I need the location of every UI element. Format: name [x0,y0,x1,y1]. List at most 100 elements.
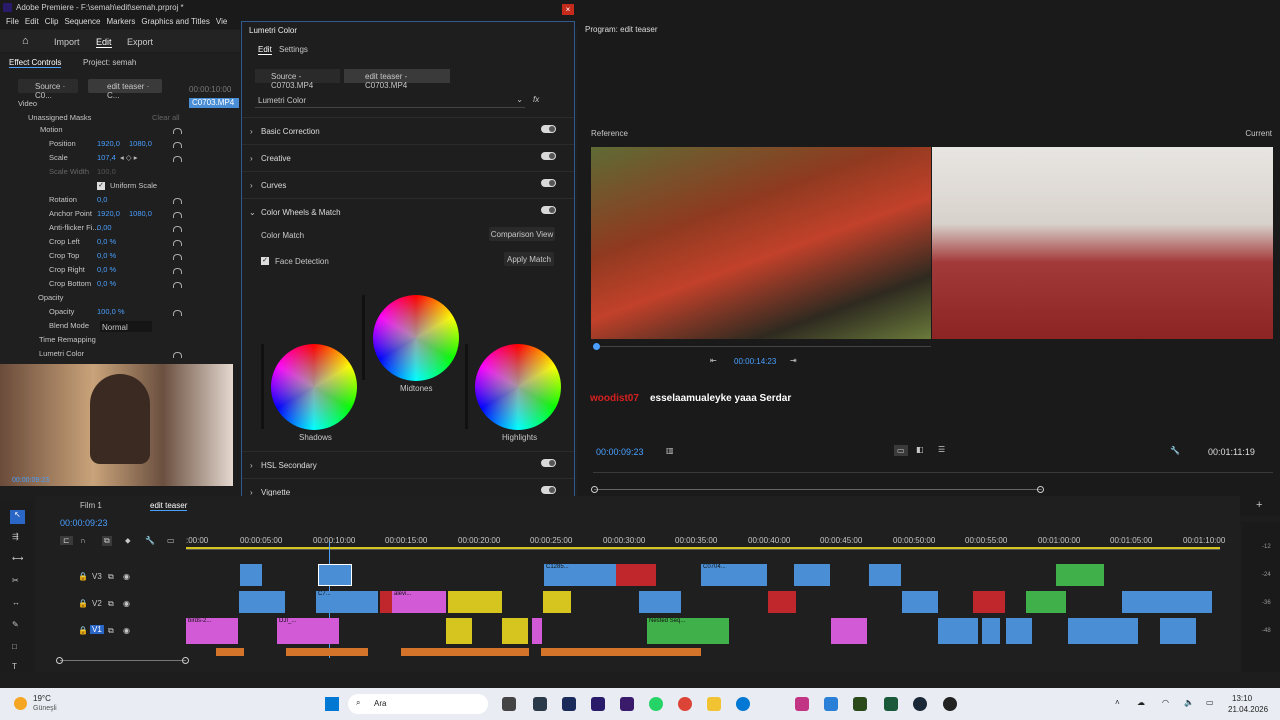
track-label-v1[interactable]: V1 [90,625,104,634]
timeline-clip[interactable] [938,618,978,644]
audio-clip[interactable] [541,648,701,656]
timeline-clip[interactable] [448,591,502,613]
rectangle-icon[interactable]: □ [12,642,17,651]
timeline-clip[interactable]: C7... [316,591,378,613]
timeline-clip[interactable] [639,591,681,613]
menu-sequence[interactable]: Sequence [58,15,100,26]
magnet-icon[interactable]: ∩ [80,536,86,545]
timeline-clip[interactable] [239,591,285,613]
menu-edit[interactable]: Edit [19,15,39,26]
timeline-clip[interactable]: C0704... [701,564,767,586]
weather-icon[interactable] [14,697,27,710]
rotation-value[interactable]: 0,0 [97,195,107,204]
fx-icon[interactable]: fx [533,95,539,104]
crop-bottom-value[interactable]: 0,0 % [97,279,116,288]
position-x[interactable]: 1920,0 [97,139,120,148]
timeline-clip[interactable] [902,591,938,613]
lock-icon[interactable]: 🔒 [78,599,88,608]
timeline-clip[interactable] [616,564,656,586]
instagram-icon[interactable] [795,697,809,711]
timeline-clip[interactable]: Nested Seq... [647,618,729,644]
edit-teaser-tab[interactable]: edit teaser [150,501,188,511]
reference-scrubber[interactable] [596,346,931,347]
timeline-clip[interactable] [1068,618,1138,644]
settings-icon[interactable]: ▥ [666,446,674,455]
timeline-wrench-icon[interactable]: 🔧 [145,536,155,545]
track-select-icon[interactable]: ⇶ [12,532,19,541]
zoom-handle-right[interactable] [1037,486,1044,493]
nvidia-icon[interactable] [853,697,867,711]
ref-prev-icon[interactable]: ⇤ [710,356,717,365]
timeline-marker-icon[interactable]: ⬥ [125,536,131,546]
timeline-clip[interactable] [543,591,571,613]
onedrive-icon[interactable]: ☁ [1137,698,1145,707]
ref-next-icon[interactable]: ⇥ [790,356,797,365]
section-basic-correction[interactable]: › Basic Correction [242,117,574,143]
film1-tab[interactable]: Film 1 [80,501,102,510]
position-y[interactable]: 1080,0 [129,139,152,148]
timeline-clip[interactable] [1056,564,1104,586]
audio-clip[interactable] [216,648,244,656]
folder-icon[interactable] [707,697,721,711]
timeline-clip[interactable] [446,618,472,644]
sync-icon[interactable]: ⧉ [108,572,114,582]
edit-tab[interactable]: Edit [96,37,112,48]
reset-icon[interactable] [173,142,182,148]
lumetri-settings-tab[interactable]: Settings [279,45,308,54]
creative-toggle[interactable] [541,152,556,160]
scale-value[interactable]: 107,4 [97,153,116,162]
timeline-clip[interactable]: alevi... [392,591,446,613]
eye-icon[interactable]: ◉ [123,626,130,635]
timeline-zoom-bar[interactable] [60,660,186,661]
section-hsl-secondary[interactable]: › HSL Secondary [242,451,574,477]
highlights-wheel[interactable] [475,344,561,430]
comparison-icon[interactable]: ▭ [894,445,908,456]
midtones-wheel[interactable] [373,295,459,381]
clear-all[interactable]: Clear all [152,113,180,122]
wrench-icon[interactable]: 🔧 [1170,446,1180,455]
menu-file[interactable]: File [0,15,19,26]
curves-toggle[interactable] [541,179,556,187]
app-icon[interactable] [884,697,898,711]
menu-graphics[interactable]: Graphics and Titles [135,15,209,26]
media-encoder-icon[interactable] [620,697,634,711]
wifi-icon[interactable]: ◠ [1162,698,1169,707]
face-detection-checkbox[interactable]: ✓ [261,257,269,265]
side-by-side-icon[interactable]: ◧ [916,445,924,454]
eye-icon[interactable]: ◉ [123,599,130,608]
work-area-bar[interactable] [186,547,1220,549]
crop-top-value[interactable]: 0,0 % [97,251,116,260]
pen-icon[interactable]: ✎ [12,620,19,629]
comparison-view-button[interactable]: Comparison View [489,227,555,241]
reset-icon[interactable] [173,282,182,288]
menu-markers[interactable]: Markers [101,15,136,26]
lumetri-edit-tab[interactable]: Edit [258,45,272,55]
apply-match-button[interactable]: Apply Match [504,252,554,266]
app-icon[interactable] [533,697,547,711]
timeline-clip[interactable] [831,618,867,644]
timeline-clip[interactable] [502,618,528,644]
timeline-clip[interactable] [532,618,542,644]
midtones-slider[interactable] [362,295,365,380]
program-ruler[interactable] [593,465,1273,473]
vignette-toggle[interactable] [541,486,556,494]
obs-icon[interactable] [943,697,957,711]
reset-icon[interactable] [173,212,182,218]
add-button-icon[interactable]: + [1256,499,1262,511]
timeline-clip[interactable] [794,564,830,586]
reset-icon[interactable] [173,254,182,260]
zoom-handle-left[interactable] [591,486,598,493]
section-creative[interactable]: › Creative [242,144,574,170]
import-tab[interactable]: Import [54,37,80,47]
anchor-y[interactable]: 1080,0 [129,209,152,218]
crop-right-value[interactable]: 0,0 % [97,265,116,274]
search-box[interactable]: ⌕ Ara [348,694,488,714]
reset-icon[interactable] [173,226,182,232]
timeline-clip[interactable] [768,591,796,613]
reset-icon[interactable] [173,156,182,162]
timeline-clip[interactable] [1026,591,1066,613]
lumetri-seq-tab[interactable]: edit teaser - C0703.MP4 [344,69,450,90]
speaker-icon[interactable]: 🔈 [1184,698,1194,707]
timeline-clip[interactable]: C1285... [544,564,616,586]
lumetri-source-tab[interactable]: Source - C0703.MP4 [255,69,340,90]
